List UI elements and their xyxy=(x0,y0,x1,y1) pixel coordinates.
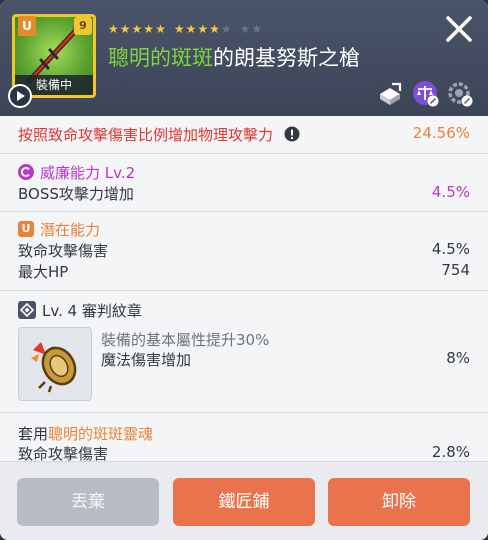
star-icon: ★ xyxy=(155,22,166,36)
judgment-emblem-icon xyxy=(31,342,77,393)
play-icon xyxy=(17,91,25,101)
star-icon: ★ xyxy=(185,22,197,36)
star-icon: ★ xyxy=(119,22,131,36)
unequip-button[interactable]: 卸除 xyxy=(328,478,470,526)
awakening-stat-label: BOSS攻擊力增加 xyxy=(18,185,134,203)
settings-locked-icon xyxy=(448,82,473,107)
close-icon xyxy=(446,16,472,42)
close-button[interactable] xyxy=(440,10,478,48)
settings-button[interactable] xyxy=(446,80,474,108)
action-footer: 丟棄 鐵匠鋪 卸除 xyxy=(0,461,488,540)
main-stat-label: 按照致命攻擊傷害比例增加物理攻擊力 xyxy=(18,126,274,144)
awakening-title: 威廉能力 Lv.2 xyxy=(40,163,136,182)
star-icon: ★ xyxy=(197,22,209,36)
potential-stat-label: 最大HP xyxy=(18,263,69,281)
unique-grade-badge: U xyxy=(18,16,36,36)
potential-stat-value: 4.5% xyxy=(431,240,470,258)
emblem-desc: 裝備的基本屬性提升30% xyxy=(101,331,270,349)
awakening-stat-row: BOSS攻擊力增加 4.5% xyxy=(18,183,470,203)
star-empty-icon: ★ xyxy=(220,22,232,36)
potential-stat-value: 754 xyxy=(441,261,470,279)
info-icon[interactable] xyxy=(284,126,300,142)
emblem-icon-box[interactable] xyxy=(18,327,92,401)
set-bonus-stat-row: 致命攻擊傷害 2.8% xyxy=(18,443,470,463)
item-detail-panel: U 9 裝備中 ★ ★ ★ ★ ★ ★ ★ ★ ★ ★ ★ ★ 聰明的斑斑的朗基… xyxy=(0,0,488,540)
divider xyxy=(0,211,488,212)
star-force-rating: ★ ★ ★ ★ ★ ★ ★ ★ ★ ★ ★ ★ xyxy=(108,22,262,36)
item-header: U 9 裝備中 ★ ★ ★ ★ ★ ★ ★ ★ ★ ★ ★ ★ 聰明的斑斑的朗基… xyxy=(0,0,488,116)
awakening-section-header: 威廉能力 Lv.2 xyxy=(18,161,135,183)
emblem-stat-value: 8% xyxy=(446,349,470,367)
share-icon xyxy=(380,82,402,105)
star-icon: ★ xyxy=(143,22,155,36)
star-icon: ★ xyxy=(209,22,220,36)
star-icon: ★ xyxy=(173,22,185,36)
emblem-section-header: Lv. 4 審判紋章 xyxy=(18,299,142,321)
awakening-c-icon xyxy=(18,164,34,180)
emblem-stat-row: 魔法傷害增加 8% xyxy=(101,349,470,369)
compare-scale-icon xyxy=(413,81,439,107)
main-stat-row: 按照致命攻擊傷害比例增加物理攻擊力 24.56% xyxy=(18,124,470,144)
star-icon: ★ xyxy=(131,22,143,36)
star-empty-icon: ★ xyxy=(239,22,251,36)
potential-section-header: U 潛在能力 xyxy=(18,218,100,240)
set-bonus-prefix: 套用 xyxy=(18,425,49,443)
emblem-stat-label: 魔法傷害增加 xyxy=(101,351,192,369)
emblem-diamond-icon xyxy=(18,301,36,319)
divider xyxy=(0,290,488,291)
emblem-title: Lv. 4 審判紋章 xyxy=(42,301,142,320)
divider xyxy=(0,412,488,413)
set-bonus-stat-value: 2.8% xyxy=(431,443,470,461)
divider xyxy=(0,153,488,154)
item-title-prefix: 聰明的斑斑 xyxy=(108,46,213,70)
set-bonus-name: 聰明的斑斑靈魂 xyxy=(48,425,154,443)
play-preview-button[interactable] xyxy=(8,84,32,108)
blacksmith-button[interactable]: 鐵匠鋪 xyxy=(173,478,315,526)
potential-stat-row: 最大HP 754 xyxy=(18,261,470,281)
discard-button[interactable]: 丟棄 xyxy=(17,478,159,526)
potential-title: 潛在能力 xyxy=(40,220,101,239)
item-level-badge: 9 xyxy=(74,17,92,35)
item-title-name: 的朗基努斯之槍 xyxy=(213,46,360,70)
potential-grade-badge: U xyxy=(18,221,34,237)
compare-button[interactable] xyxy=(412,80,440,108)
set-bonus-header: 套用聰明的斑斑靈魂 xyxy=(18,423,470,443)
share-button[interactable] xyxy=(376,80,404,108)
item-title: 聰明的斑斑的朗基努斯之槍 xyxy=(108,42,360,72)
star-icon: ★ xyxy=(108,22,119,36)
star-empty-icon: ★ xyxy=(251,22,263,36)
potential-stat-label: 致命攻擊傷害 xyxy=(18,242,109,260)
main-stat-value: 24.56% xyxy=(412,124,470,142)
potential-stat-row: 致命攻擊傷害 4.5% xyxy=(18,240,470,260)
awakening-stat-value: 4.5% xyxy=(431,183,470,201)
